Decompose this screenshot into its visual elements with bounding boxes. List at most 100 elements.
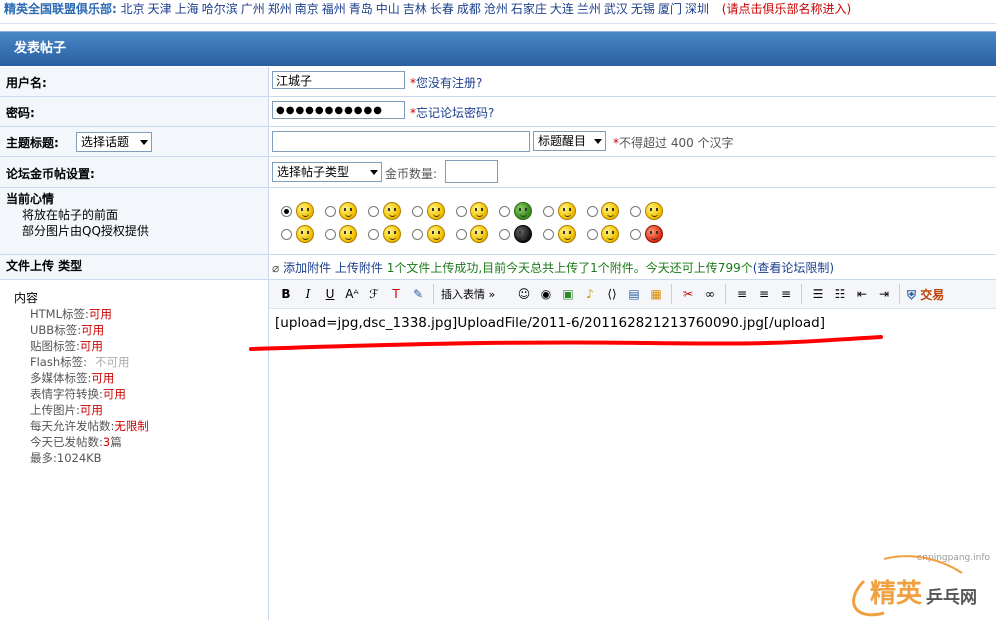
coin-amount-input[interactable]: [445, 160, 498, 183]
club-city-link[interactable]: 厦门: [658, 2, 682, 16]
rule-name: 多媒体标签:: [30, 371, 92, 385]
club-city-link[interactable]: 石家庄: [511, 2, 547, 16]
table-icon[interactable]: ▦: [647, 285, 665, 303]
password-row: 密码: *忘记论坛密码?: [0, 97, 996, 127]
font-size-icon[interactable]: Aᴬ: [343, 285, 361, 303]
align-center-icon[interactable]: ≡: [755, 285, 773, 303]
mood-radio[interactable]: [586, 205, 598, 217]
mood-label: 当前心情: [6, 192, 55, 206]
align-left-icon[interactable]: ≡: [733, 285, 751, 303]
mood-radio[interactable]: [630, 228, 642, 240]
mood-radio[interactable]: [368, 228, 380, 240]
club-city-link[interactable]: 郑州: [268, 2, 292, 16]
club-city-link[interactable]: 成都: [457, 2, 481, 16]
club-city-link[interactable]: 吉林: [403, 2, 427, 16]
grin-icon: [383, 202, 402, 220]
picture-icon[interactable]: ▤: [625, 285, 643, 303]
mood-radio[interactable]: [586, 228, 598, 240]
club-city-link[interactable]: 北京: [121, 2, 145, 16]
outdent-icon[interactable]: ⇤: [853, 285, 871, 303]
text-color-icon[interactable]: T: [387, 285, 405, 303]
font-family-icon[interactable]: ℱ: [365, 285, 383, 303]
highlight-icon[interactable]: ✎: [409, 285, 427, 303]
rule-suffix: 篇: [110, 435, 122, 449]
music-icon[interactable]: ♪: [581, 285, 599, 303]
shy-icon: [295, 225, 314, 243]
mood-radio[interactable]: [455, 228, 467, 240]
coin-row: 论坛金币帖设置: 选择帖子类型 金币数量:: [0, 157, 996, 188]
rule-value: 可用: [91, 371, 115, 385]
mood-radio[interactable]: [542, 205, 554, 217]
rule-name: 今天已发帖数:: [30, 435, 103, 449]
coin-amount-label: 金币数量:: [385, 167, 438, 181]
editor-content[interactable]: [upload=jpg,dsc_1338.jpg]UploadFile/2011…: [275, 315, 825, 331]
mood-radio[interactable]: [499, 228, 511, 240]
mood-radio[interactable]: [542, 228, 554, 240]
align-right-icon[interactable]: ≡: [777, 285, 795, 303]
topic-select[interactable]: 选择话题: [76, 132, 152, 152]
trade-button[interactable]: ⛨ 交易: [907, 286, 944, 303]
register-link[interactable]: 您没有注册?: [416, 76, 482, 90]
smile-icon: [295, 202, 314, 220]
club-city-link[interactable]: 沧州: [484, 2, 508, 16]
media-icon[interactable]: ◉: [537, 285, 555, 303]
mood-radio[interactable]: [411, 205, 423, 217]
club-city-link[interactable]: 中山: [376, 2, 400, 16]
post-type-select[interactable]: 选择帖子类型: [272, 162, 382, 182]
watermark-brand-b: 乒乓网: [926, 588, 977, 608]
editor-rule-item: UBB标签:可用: [30, 322, 104, 338]
bold-icon[interactable]: B: [277, 285, 295, 303]
club-city-link[interactable]: 兰州: [577, 2, 601, 16]
club-city-link[interactable]: 上海: [175, 2, 199, 16]
club-city-link[interactable]: 哈尔滨: [202, 2, 238, 16]
italic-icon[interactable]: I: [299, 285, 317, 303]
ordered-list-icon[interactable]: ☰: [809, 285, 827, 303]
indent-icon[interactable]: ⇥: [875, 285, 893, 303]
bullet-list-icon[interactable]: ☷: [831, 285, 849, 303]
club-city-link[interactable]: 武汉: [604, 2, 628, 16]
club-city-link[interactable]: 南京: [295, 2, 319, 16]
image-icon[interactable]: ▣: [559, 285, 577, 303]
add-attachment-link[interactable]: 添加附件 上传附件: [283, 261, 383, 275]
link-icon[interactable]: ∞: [701, 285, 719, 303]
shield-icon: ⛨: [907, 288, 917, 302]
smirk-icon: [470, 225, 489, 243]
club-city-link[interactable]: 福州: [322, 2, 346, 16]
forum-limit-link[interactable]: (查看论坛限制): [753, 261, 834, 275]
insert-emoticon-button[interactable]: 插入表情 »: [441, 286, 495, 302]
emoticon-icon[interactable]: ☺: [515, 285, 533, 303]
mood-radio[interactable]: [324, 228, 336, 240]
clean-icon[interactable]: ✂: [679, 285, 697, 303]
club-city-link[interactable]: 青岛: [349, 2, 373, 16]
mood-radio[interactable]: [324, 205, 336, 217]
chevron-down-icon: [370, 170, 378, 175]
mood-radio[interactable]: [630, 205, 642, 217]
club-city-link[interactable]: 深圳: [685, 2, 709, 16]
club-city-link[interactable]: 广州: [241, 2, 265, 16]
club-city-link[interactable]: 长春: [430, 2, 454, 16]
mood-radio[interactable]: [281, 228, 292, 240]
underline-icon[interactable]: U: [321, 285, 339, 303]
club-nav-bar: 精英全国联盟俱乐部: 北京 天津 上海 哈尔滨 广州 郑州 南京 福州 青岛 中山 吉林 长春 成都 沧州…: [0, 0, 996, 24]
club-city-link[interactable]: 大连: [550, 2, 574, 16]
subject-input[interactable]: [272, 131, 530, 152]
username-input[interactable]: [272, 71, 405, 89]
editor-rule-item: 上传图片:可用: [30, 402, 103, 418]
rule-value: 可用: [88, 307, 112, 321]
club-city-link[interactable]: 天津: [148, 2, 172, 16]
username-row: 用户名: *您没有注册?: [0, 67, 996, 97]
mood-radio[interactable]: [281, 205, 292, 217]
code-icon[interactable]: ⟨⟩: [603, 285, 621, 303]
title-color-select[interactable]: 标题醒目: [533, 131, 606, 151]
mood-radio[interactable]: [411, 228, 423, 240]
club-city-link[interactable]: 无锡: [631, 2, 655, 16]
rule-value: 1024KB: [56, 451, 102, 465]
password-input[interactable]: [272, 101, 405, 119]
editor-rule-item: 表情字符转换:可用: [30, 386, 126, 402]
forgot-password-link[interactable]: 忘记论坛密码?: [416, 106, 494, 120]
club-enter-hint[interactable]: (请点击俱乐部名称进入): [722, 2, 851, 16]
mood-radio[interactable]: [368, 205, 380, 217]
mood-radio[interactable]: [499, 205, 511, 217]
mood-radio[interactable]: [455, 205, 467, 217]
editor-rule-item: 最多:1024KB: [30, 450, 102, 466]
